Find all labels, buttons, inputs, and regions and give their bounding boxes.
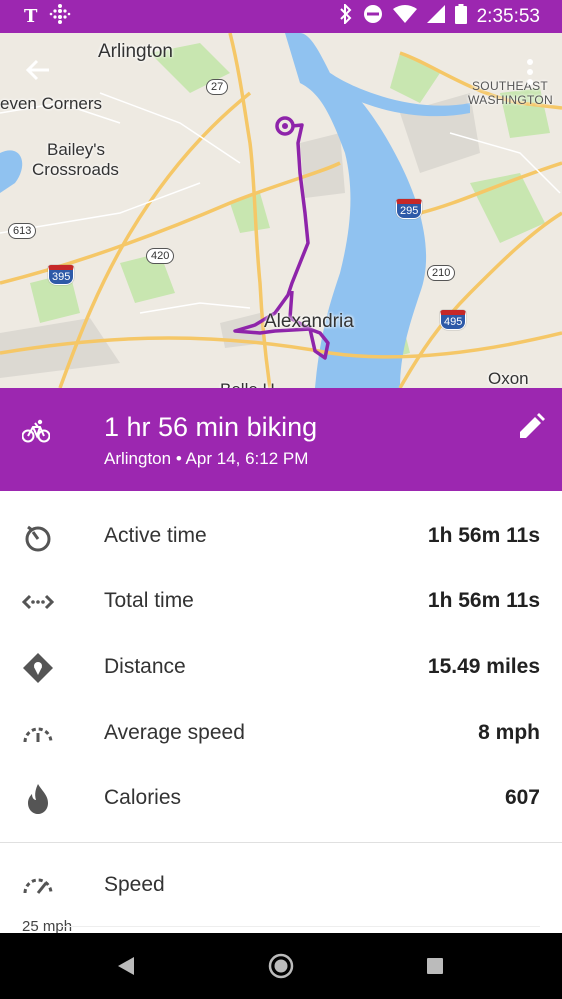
stat-label: Active time — [104, 524, 207, 547]
interstate-shield-295: 295 — [396, 199, 423, 219]
stat-row-active-time: Active time 1h 56m 11s — [0, 503, 562, 568]
wifi-icon — [392, 5, 417, 28]
distance-icon — [22, 652, 54, 684]
stat-row-total-time: Total time 1h 56m 11s — [0, 568, 562, 633]
total-time-icon — [21, 586, 55, 618]
back-arrow-icon[interactable] — [25, 58, 51, 82]
map-label-southeast: SOUTHEAST — [472, 79, 549, 93]
stat-value: 1h 56m 11s — [427, 589, 540, 612]
navigation-bar — [0, 933, 562, 999]
do-not-disturb-icon — [363, 4, 383, 29]
speed-gauge-icon — [22, 869, 54, 906]
battery-icon — [454, 4, 467, 29]
interstate-shield-395: 395 — [48, 265, 75, 285]
nav-home-icon[interactable] — [268, 953, 294, 984]
map-label-baileys: Bailey's — [47, 140, 106, 159]
clock-time: 2:35:53 — [476, 5, 540, 27]
stat-label: Total time — [104, 589, 194, 612]
stat-value: 607 — [504, 786, 540, 809]
map-label-washington: WASHINGTON — [468, 93, 554, 107]
cell-signal-icon — [426, 5, 445, 28]
map-label-oxon: Oxon — [488, 369, 529, 388]
more-options-icon[interactable] — [526, 59, 534, 85]
map-label-seven-corners: even Corners — [0, 94, 103, 113]
carrier-logo-icon: T — [24, 6, 38, 27]
section-divider — [0, 842, 562, 843]
map-label-arlington: Arlington — [98, 41, 173, 62]
activity-subtitle: Arlington • Apr 14, 6:12 PM — [104, 449, 309, 468]
bike-icon — [21, 418, 51, 449]
stat-label: Distance — [104, 655, 186, 678]
stat-row-distance: Distance 15.49 miles — [0, 634, 562, 699]
bluetooth-icon — [339, 2, 353, 29]
activity-title: 1 hr 56 min biking — [104, 412, 318, 442]
stat-label: Average speed — [104, 721, 245, 744]
interstate-shield-495: 495 — [440, 310, 467, 330]
route-shield-27: 27 — [206, 79, 229, 95]
map-label-crossroads: Crossroads — [32, 160, 119, 179]
edit-pencil-icon[interactable] — [517, 413, 545, 446]
route-shield-613: 613 — [8, 223, 37, 239]
stat-value: 8 mph — [478, 721, 540, 744]
route-shield-210: 210 — [427, 265, 456, 281]
speedometer-icon — [22, 718, 54, 750]
flame-icon — [22, 783, 54, 815]
nav-recents-icon[interactable] — [427, 958, 443, 979]
fitbit-dots-icon — [49, 3, 71, 30]
stat-row-calories: Calories 607 — [0, 765, 562, 830]
status-bar: T 2:35:53 — [0, 0, 562, 33]
stat-value: 15.49 miles — [427, 655, 540, 678]
stat-row-average-speed: Average speed 8 mph — [0, 700, 562, 765]
nav-back-icon[interactable] — [118, 957, 134, 980]
map-label-cut: Belle H — [220, 380, 275, 388]
route-map[interactable]: Arlington even Corners Bailey's Crossroa… — [0, 33, 562, 388]
stat-value: 1h 56m 11s — [427, 524, 540, 547]
timer-icon — [22, 521, 54, 553]
speed-label: Speed — [104, 873, 165, 896]
stat-label: Calories — [104, 786, 182, 809]
map-label-alexandria: Alexandria — [264, 311, 354, 332]
route-shield-420: 420 — [146, 248, 175, 264]
chart-gridline — [60, 926, 540, 927]
activity-header: 1 hr 56 min biking Arlington • Apr 14, 6… — [0, 388, 562, 491]
